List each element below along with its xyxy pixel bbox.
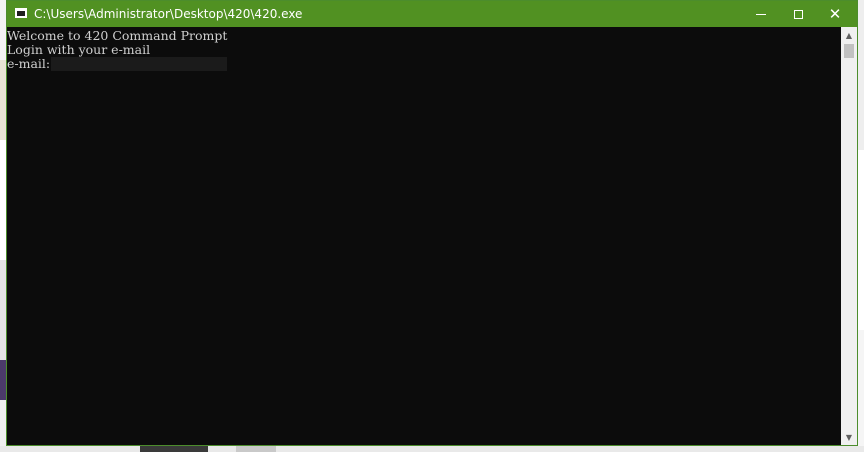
window-title: C:\Users\Administrator\Desktop\420\420.e… xyxy=(34,7,303,21)
email-prompt-row: e-mail: xyxy=(7,57,841,71)
chevron-up-icon: ▲ xyxy=(845,30,853,40)
console-app-icon[interactable] xyxy=(15,8,27,18)
close-icon: ✕ xyxy=(828,4,842,23)
vertical-scrollbar[interactable]: ▲ ▼ xyxy=(841,27,857,445)
title-bar[interactable]: C:\Users\Administrator\Desktop\420\420.e… xyxy=(7,1,857,27)
email-prompt-label: e-mail: xyxy=(7,56,51,71)
console-line-welcome: Welcome to 420 Command Prompt xyxy=(7,28,228,43)
close-button[interactable]: ✕ xyxy=(816,1,854,27)
console-window: C:\Users\Administrator\Desktop\420\420.e… xyxy=(6,0,858,446)
maximize-button[interactable] xyxy=(779,1,817,27)
chevron-down-icon: ▼ xyxy=(845,432,853,442)
maximize-icon xyxy=(793,9,803,19)
console-output[interactable]: Welcome to 420 Command Prompt Login with… xyxy=(7,27,841,445)
console-line-login-instruction: Login with your e-mail xyxy=(7,42,151,57)
desktop-background-right xyxy=(858,0,864,452)
scroll-down-button[interactable]: ▼ xyxy=(841,429,857,445)
minimize-icon xyxy=(756,13,766,15)
taskbar-block xyxy=(140,446,208,452)
email-input[interactable] xyxy=(51,57,228,71)
minimize-button[interactable] xyxy=(742,1,780,27)
taskbar-item xyxy=(236,446,276,452)
desktop-background-bottom xyxy=(0,446,864,452)
scroll-up-button[interactable]: ▲ xyxy=(841,27,857,43)
scrollbar-thumb[interactable] xyxy=(844,44,854,58)
